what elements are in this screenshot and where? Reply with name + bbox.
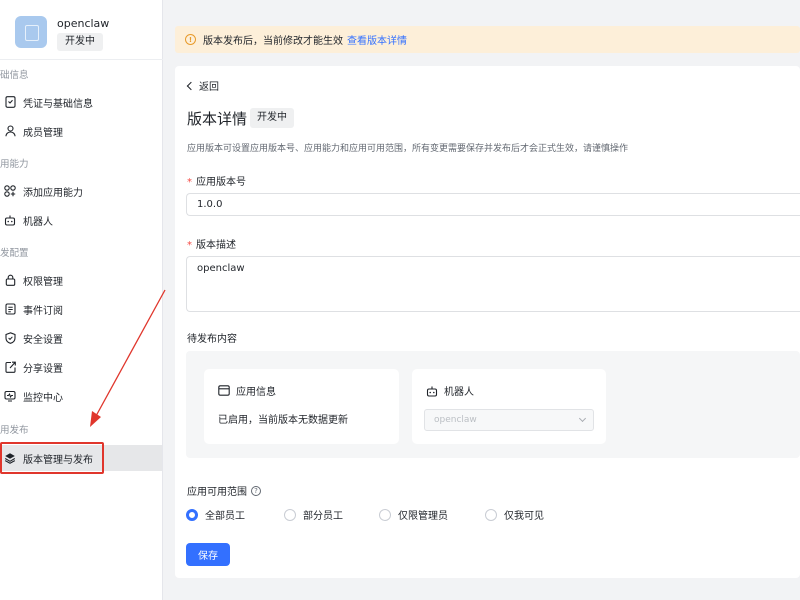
view-version-link[interactable]: 查看版本详情 <box>347 32 407 47</box>
radio-some-staff[interactable]: 部分员工 <box>284 507 343 522</box>
sidebar-item-permissions[interactable]: 权限管理 <box>0 267 162 293</box>
save-button[interactable]: 保存 <box>186 543 230 566</box>
sidebar-item-monitor[interactable]: 监控中心 <box>0 383 162 409</box>
sidebar-item-robot[interactable]: 机器人 <box>0 207 162 233</box>
scope-label: 应用可用范围 ? <box>187 483 261 498</box>
radio-dot <box>379 508 391 521</box>
version-detail-card: 返回 版本详情 开发中 应用版本可设置应用版本号、应用能力和应用可用范围，所有变… <box>175 66 800 578</box>
sidebar-item-add-capability[interactable]: 添加应用能力 <box>0 178 162 204</box>
credential-icon <box>4 96 16 108</box>
sidebar-item-label: 成员管理 <box>23 127 63 139</box>
notice-banner: ! 版本发布后，当前修改才能生效 查看版本详情 <box>175 26 800 53</box>
app-info-status: 已启用，当前版本无数据更新 <box>218 415 348 426</box>
sidebar-item-label: 权限管理 <box>23 276 63 288</box>
label-text: 应用版本号 <box>196 177 246 188</box>
radio-label: 全部员工 <box>205 511 245 522</box>
sidebar-item-label: 机器人 <box>23 216 53 228</box>
app-header: openclaw 开发中 <box>0 0 163 60</box>
banner-text: 版本发布后，当前修改才能生效 <box>203 36 343 47</box>
event-icon <box>4 303 16 315</box>
app-avatar <box>15 16 47 48</box>
radio-dot <box>485 508 497 521</box>
shield-icon <box>4 332 16 344</box>
grid-icon <box>4 185 16 197</box>
sidebar-item-label: 分享设置 <box>23 363 63 375</box>
version-number-input[interactable]: 1.0.0 <box>186 193 800 216</box>
robot-icon <box>4 214 16 226</box>
sidebar-item-security[interactable]: 安全设置 <box>0 325 162 351</box>
sidebar-item-members[interactable]: 成员管理 <box>0 118 162 144</box>
radio-only-me[interactable]: 仅我可见 <box>485 507 544 522</box>
section-title-release: 用发布 <box>0 425 29 436</box>
sidebar-item-events[interactable]: 事件订阅 <box>0 296 162 322</box>
app-info-title: 应用信息 <box>218 383 276 398</box>
section-title-dev-config: 发配置 <box>0 248 29 259</box>
radio-admins-only[interactable]: 仅限管理员 <box>379 507 448 522</box>
radio-all-staff[interactable]: 全部员工 <box>186 507 245 522</box>
sidebar-item-label: 安全设置 <box>23 334 63 346</box>
info-icon[interactable]: ? <box>251 485 261 496</box>
share-icon <box>4 361 16 373</box>
radio-label: 部分员工 <box>303 511 343 522</box>
back-label: 返回 <box>199 82 219 93</box>
sidebar: openclaw 开发中 础信息 凭证与基础信息 成员管理 用能力 添加应用能力… <box>0 0 163 600</box>
monitor-icon <box>4 390 16 402</box>
annotation-highlight-box <box>0 442 104 474</box>
radio-dot <box>186 508 198 521</box>
radio-dot <box>284 508 296 521</box>
card-title-text: 机器人 <box>444 387 474 398</box>
pending-content-box: 应用信息 已启用，当前版本无数据更新 机器人 openclaw <box>186 351 800 458</box>
version-description-textarea[interactable]: openclaw <box>186 256 800 312</box>
required-mark: * <box>187 177 192 188</box>
radio-label: 仅我可见 <box>504 511 544 522</box>
sidebar-item-label: 凭证与基础信息 <box>23 98 93 110</box>
lock-icon <box>4 274 16 286</box>
status-badge: 开发中 <box>250 108 294 128</box>
version-number-label: * 应用版本号 <box>187 173 246 188</box>
app-name: openclaw <box>57 17 110 30</box>
app-info-card: 应用信息 已启用，当前版本无数据更新 <box>204 369 399 444</box>
sidebar-item-share[interactable]: 分享设置 <box>0 354 162 380</box>
card-title-text: 应用信息 <box>236 387 276 398</box>
user-icon <box>4 125 16 137</box>
pending-content-label: 待发布内容 <box>187 334 237 345</box>
radio-label: 仅限管理员 <box>398 511 448 522</box>
window-icon <box>218 385 230 396</box>
label-text: 版本描述 <box>196 240 236 251</box>
label-text: 应用可用范围 <box>187 487 247 498</box>
page-title: 版本详情 <box>187 110 248 128</box>
required-mark: * <box>187 240 192 251</box>
version-description-label: * 版本描述 <box>187 236 236 251</box>
warning-icon: ! <box>185 34 196 45</box>
chevron-down-icon <box>578 414 587 423</box>
sidebar-item-credentials[interactable]: 凭证与基础信息 <box>0 89 162 115</box>
page-description: 应用版本可设置应用版本号、应用能力和应用可用范围，所有变更需要保存并发布后才会正… <box>187 144 629 154</box>
select-value: openclaw <box>434 415 477 425</box>
robot-card: 机器人 openclaw <box>412 369 606 444</box>
chevron-left-icon <box>186 81 196 90</box>
sidebar-item-label: 监控中心 <box>23 392 63 404</box>
robot-title: 机器人 <box>426 383 474 398</box>
robot-select[interactable]: openclaw <box>424 409 594 431</box>
back-button[interactable]: 返回 <box>186 78 219 93</box>
app-status-badge: 开发中 <box>57 33 103 51</box>
sidebar-item-label: 添加应用能力 <box>23 187 83 199</box>
sidebar-item-label: 事件订阅 <box>23 305 63 317</box>
section-title-capabilities: 用能力 <box>0 159 29 170</box>
section-title-basic: 础信息 <box>0 70 29 81</box>
robot-icon <box>426 385 438 397</box>
